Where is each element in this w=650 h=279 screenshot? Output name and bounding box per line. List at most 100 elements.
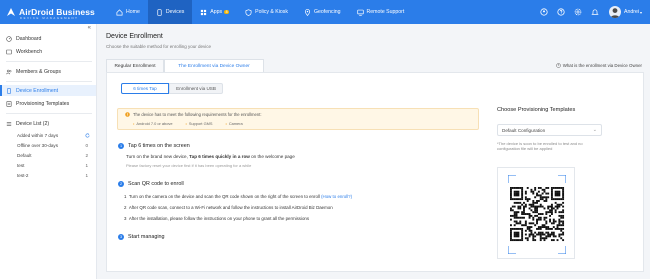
qr-module: [550, 196, 553, 199]
qr-module: [545, 237, 548, 240]
nav-policy-kiosk[interactable]: Policy & Kiosk: [237, 0, 296, 24]
qr-corner-bracket: [558, 246, 566, 254]
qr-module: [562, 196, 565, 199]
qr-module: [545, 235, 548, 238]
qr-module: [562, 214, 565, 217]
qr-module: [519, 187, 522, 189]
avatar[interactable]: [608, 6, 621, 18]
nav-devices[interactable]: Devices: [147, 0, 193, 24]
qr-module: [550, 198, 553, 201]
qr-module: [528, 235, 531, 238]
qr-module: [558, 194, 561, 197]
nav-geofencing[interactable]: Geofencing: [296, 0, 349, 24]
nav-home[interactable]: Home: [108, 0, 148, 24]
qr-module: [511, 198, 514, 201]
sidebar-item-label: Members & Groups: [16, 68, 61, 75]
step-title: Scan QR code to enroll: [128, 181, 184, 187]
qr-module: [524, 224, 527, 227]
nav-apps[interactable]: Apps 8: [192, 0, 237, 24]
qr-module: [543, 239, 546, 242]
qr-module: [547, 235, 550, 238]
qr-module: [550, 227, 553, 230]
sidebar-item-dashboard[interactable]: Dashboard: [0, 33, 96, 44]
list-item-count: 2: [85, 152, 88, 158]
method-enrollment-usb[interactable]: Enrollment via USB: [169, 83, 223, 94]
qr-module: [521, 216, 524, 219]
collapse-sidebar-icon[interactable]: «: [88, 25, 91, 31]
qr-module: [558, 187, 561, 189]
qr-module: [532, 200, 535, 202]
qr-module: [543, 190, 546, 193]
device-list-icon: [6, 121, 12, 126]
provisioning-template-select[interactable]: Default Configuration ⌄: [497, 124, 602, 136]
qr-corner-bracket: [558, 175, 566, 183]
list-item[interactable]: test 1: [0, 161, 96, 169]
sidebar-item-provisioning-templates[interactable]: Provisioning Templates: [0, 98, 96, 109]
qr-module: [560, 214, 563, 217]
qr-module: [517, 211, 520, 214]
sidebar-item-workbench[interactable]: Workbench: [0, 46, 96, 57]
qr-module: [510, 224, 512, 227]
qr-module: [541, 213, 544, 215]
qr-module: [545, 198, 548, 201]
qr-module: [558, 227, 561, 230]
nav-remote-support[interactable]: Remote Support: [349, 0, 413, 24]
tab-regular-enrollment[interactable]: Regular Enrollment: [106, 59, 164, 73]
qr-module: [541, 224, 544, 227]
qr-module: [562, 194, 565, 197]
qr-module: [558, 190, 561, 193]
step-1-note: Please factory reset your device first i…: [126, 163, 252, 168]
qr-module: [554, 192, 557, 195]
list-item[interactable]: Offline over 30-days 0: [0, 141, 96, 149]
brand-logo[interactable]: AirDroid Business DEVICE MANAGEMENT: [6, 4, 95, 20]
tab-device-owner-enrollment[interactable]: The Enrollment via Device Owner: [164, 59, 264, 73]
refresh-icon[interactable]: [85, 132, 90, 138]
qr-module: [537, 227, 540, 230]
method-6-times-tap[interactable]: 6 times Tap: [121, 83, 169, 94]
qr-module: [554, 209, 557, 212]
qr-module: [547, 207, 550, 210]
bell-icon[interactable]: [591, 8, 599, 16]
qr-module: [541, 205, 544, 208]
qr-module: [530, 188, 533, 191]
chevron-down-icon[interactable]: ▾: [640, 10, 642, 15]
qr-module: [556, 187, 559, 189]
qr-module: [550, 192, 553, 195]
qr-module: [534, 188, 537, 191]
device-owner-help-link[interactable]: What is the enrollment via Device Owner: [555, 63, 642, 68]
step-1-header: 1 Tap 6 times on the screen: [118, 143, 190, 149]
qr-module: [526, 213, 529, 215]
qr-module: [528, 198, 531, 201]
qr-module: [517, 231, 520, 234]
sidebar-item-device-enrollment[interactable]: Device Enrollment: [0, 85, 96, 96]
qr-module: [521, 196, 524, 199]
list-item[interactable]: Default 2: [0, 151, 96, 159]
qr-module: [537, 231, 540, 234]
qr-module: [558, 233, 561, 236]
qr-module: [517, 192, 520, 195]
qr-module: [562, 231, 565, 234]
qr-module: [547, 196, 550, 199]
user-menu[interactable]: Andrei: [624, 9, 639, 15]
qr-module: [556, 207, 559, 210]
qr-module: [513, 198, 516, 201]
requirements-alert: The device has to meet the following req…: [117, 108, 479, 130]
qr-module: [532, 203, 535, 206]
qr-module: [510, 214, 512, 217]
list-item[interactable]: Added within 7 days: [0, 131, 96, 139]
qr-module: [541, 192, 544, 195]
qr-module: [521, 194, 524, 197]
admin-icon[interactable]: [540, 8, 548, 16]
qr-module: [524, 229, 527, 232]
sidebar-item-device-list[interactable]: Device List (2): [0, 118, 96, 129]
qr-module: [521, 211, 524, 214]
sidebar-item-members-groups[interactable]: Members & Groups: [0, 66, 96, 77]
qr-module: [560, 198, 563, 201]
help-icon[interactable]: [557, 8, 565, 16]
qr-module: [521, 231, 524, 234]
gear-icon[interactable]: [574, 8, 582, 16]
qr-module: [556, 226, 559, 229]
qr-module: [543, 237, 546, 240]
how-to-enroll-link[interactable]: (How to enroll?): [321, 194, 352, 199]
list-item[interactable]: test-2 1: [0, 171, 96, 179]
